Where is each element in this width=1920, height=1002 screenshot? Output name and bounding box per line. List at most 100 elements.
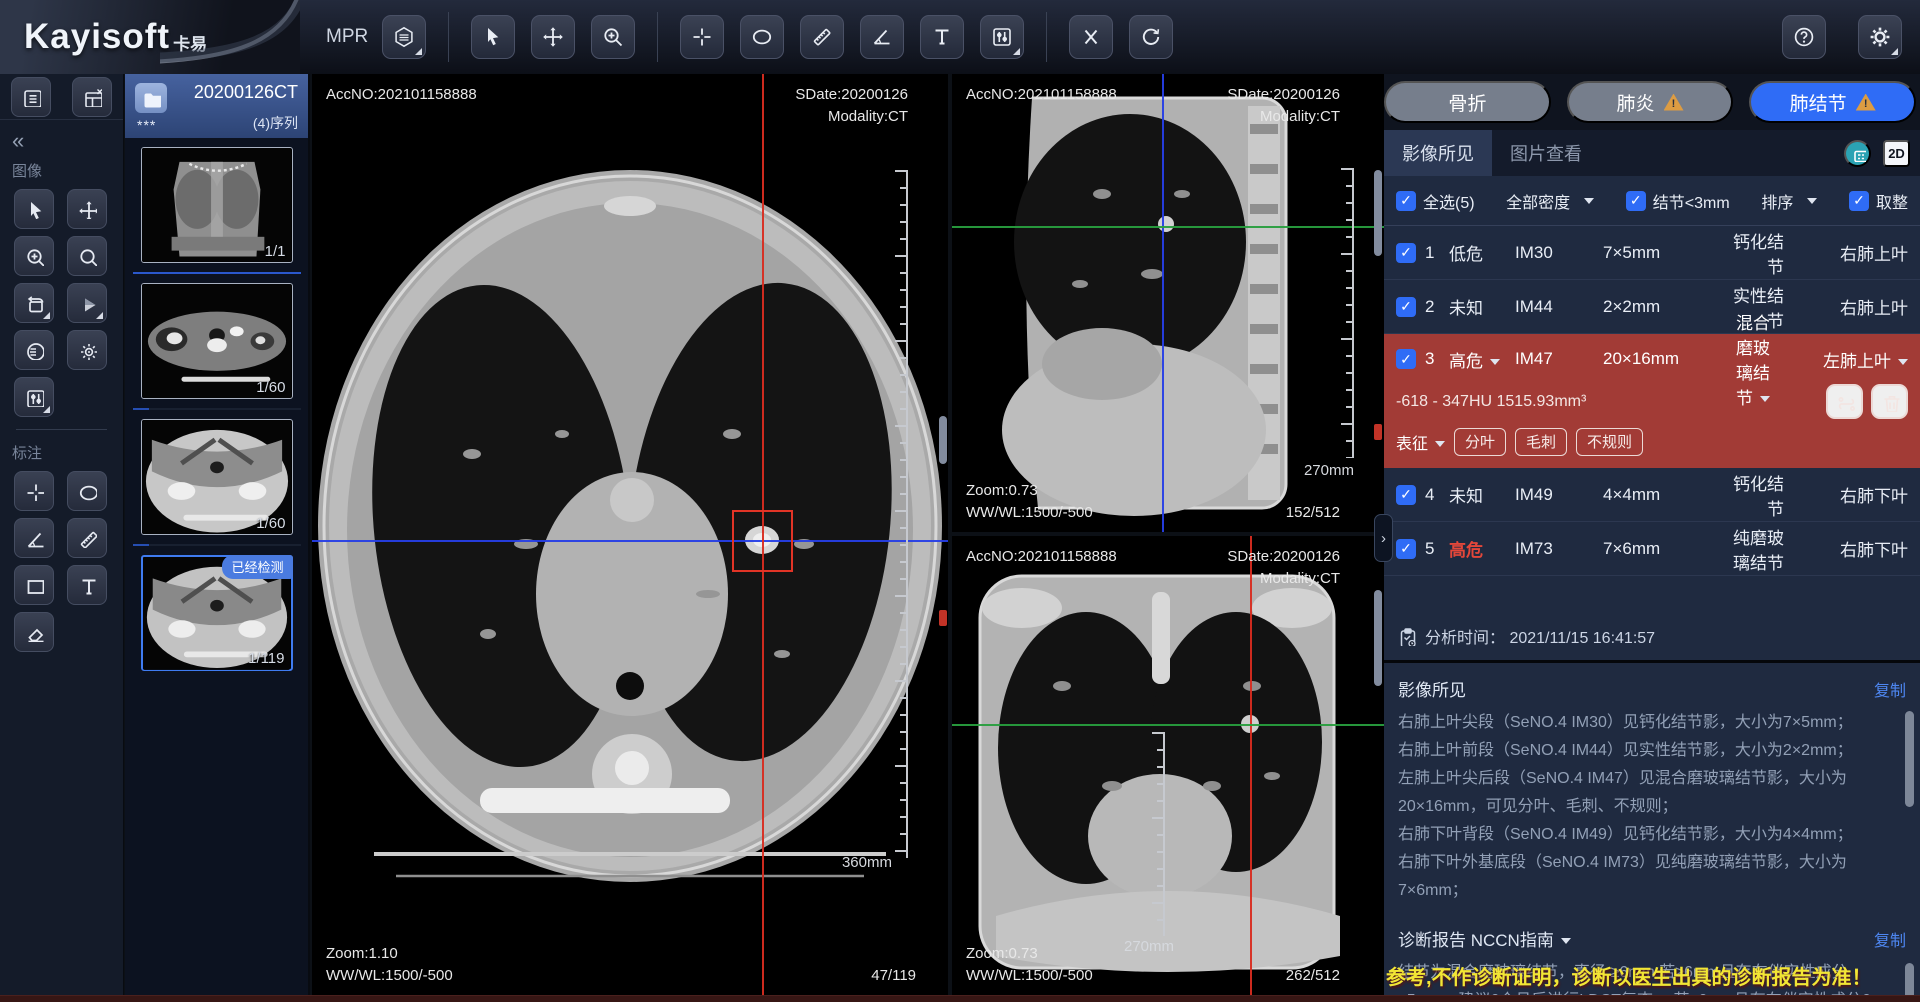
tab-image-findings[interactable]: 影像所见 — [1384, 130, 1492, 176]
sagittal-crosshair-vertical[interactable] — [1162, 74, 1164, 532]
thumbnail-separator — [133, 544, 301, 546]
ellipse-icon — [750, 25, 774, 49]
close-layout-button[interactable] — [72, 77, 112, 117]
rotate-image-button[interactable] — [14, 283, 54, 323]
nodule-row-2[interactable]: 2 未知 IM44 2×2mm 实性结节 右肺上叶 — [1384, 280, 1920, 334]
brightness-button[interactable] — [67, 330, 107, 370]
feature-chip-lobulated[interactable]: 分叶 — [1454, 428, 1506, 456]
nodule-roi-box[interactable] — [732, 510, 793, 572]
cursor-icon — [24, 199, 44, 219]
sagittal-viewport[interactable]: 270mm AccNO:202101158888 SDate:20200126 … — [952, 74, 1384, 532]
series-thumbnail-ct-detected[interactable]: 已经检测 1/119 — [141, 555, 293, 671]
coronal-viewport[interactable]: 270mm AccNO:202101158888 SDate:20200126 … — [952, 536, 1384, 995]
rectangle-annotation-button[interactable] — [14, 565, 54, 605]
crosshair-annotation-button[interactable] — [14, 471, 54, 511]
series-thumbnail-ct-thin[interactable]: 1/60 — [141, 419, 293, 535]
bottom-status-strip — [0, 995, 1920, 1002]
feature-dropdown[interactable]: 表征 — [1396, 430, 1445, 454]
pan-tool-button[interactable] — [531, 15, 575, 59]
reset-view-button[interactable] — [1129, 15, 1173, 59]
axial-crosshair-horizontal[interactable] — [312, 540, 948, 542]
invert-contrast-button[interactable] — [14, 330, 54, 370]
nodule-filter-bar: 全选(5) 全部密度 结节<3mm 排序 取整 — [1384, 176, 1920, 226]
axial-viewport[interactable]: 360mm AccNO:202101158888 SDate:20200126 … — [312, 74, 948, 995]
ruler-annotation-button[interactable] — [67, 518, 107, 558]
series-thumbnail-scout[interactable]: 1/1 — [141, 147, 293, 263]
window-level-button[interactable] — [980, 15, 1024, 59]
settings-button[interactable] — [1858, 15, 1902, 59]
tab-lung-nodule[interactable]: 肺结节 — [1749, 81, 1916, 123]
mpr-button[interactable] — [382, 15, 426, 59]
sagittal-crosshair-horizontal[interactable] — [952, 226, 1384, 228]
report-guideline-dropdown[interactable]: 诊断报告 NCCN指南 — [1398, 926, 1571, 951]
coronal-scrollbar-thumb[interactable] — [1374, 590, 1382, 686]
coronal-crosshair-vertical[interactable] — [1250, 536, 1252, 995]
window-preset-button[interactable] — [14, 377, 54, 417]
copy-report-link[interactable]: 复制 — [1874, 927, 1906, 951]
findings-scrollbar-thumb[interactable] — [1905, 711, 1914, 807]
collapse-sidebar-button[interactable] — [0, 120, 40, 156]
tab-pneumonia-label: 肺炎 — [1617, 89, 1655, 116]
feature-chip-spiculated[interactable]: 毛刺 — [1515, 428, 1567, 456]
round-checkbox[interactable] — [1849, 191, 1869, 211]
series-list-button[interactable] — [11, 77, 51, 117]
angle-tool-button[interactable] — [860, 15, 904, 59]
nodule-row-1[interactable]: 1 低危 IM30 7×5mm 钙化结节 右肺上叶 — [1384, 226, 1920, 280]
nodule-location: 右肺上叶 — [1806, 294, 1908, 319]
pointer-tool-button[interactable] — [471, 15, 515, 59]
measure-ruler-button[interactable] — [800, 15, 844, 59]
copy-findings-link[interactable]: 复制 — [1874, 677, 1906, 701]
axial-scrollbar-thumb[interactable] — [939, 416, 947, 464]
2d-icon-label: 2D — [1888, 146, 1905, 161]
sort-dropdown[interactable]: 排序 — [1761, 189, 1817, 213]
feature-chip-irregular[interactable]: 不规则 — [1576, 428, 1643, 456]
crosshair-tool-button[interactable] — [680, 15, 724, 59]
nodule-checkbox[interactable] — [1396, 243, 1416, 263]
delete-nodule-button[interactable] — [1871, 384, 1908, 419]
help-button[interactable] — [1782, 15, 1826, 59]
nodule-checkbox[interactable] — [1396, 485, 1416, 505]
nodule-checkbox[interactable] — [1396, 349, 1416, 369]
magnify-tool-button[interactable] — [67, 236, 107, 276]
study-header[interactable]: 20200126CT *** (4)序列 — [125, 74, 308, 138]
angle-annotation-button[interactable] — [14, 518, 54, 558]
tab-image-view[interactable]: 图片查看 — [1492, 130, 1600, 176]
pan-tool-button[interactable] — [67, 189, 107, 229]
ellipse-roi-button[interactable] — [740, 15, 784, 59]
selected-nodule-header: 3 高危 IM47 20×16mm 混合磨玻璃结节 左肺上叶 — [1396, 336, 1908, 382]
nodule-row-3-selected[interactable]: 3 高危 IM47 20×16mm 混合磨玻璃结节 左肺上叶 -618 - 34… — [1384, 334, 1920, 468]
text-annotation-button[interactable] — [920, 15, 964, 59]
nodule-checkbox[interactable] — [1396, 297, 1416, 317]
density-filter-dropdown[interactable]: 全部密度 — [1506, 189, 1594, 213]
2d-view-button[interactable]: 2D — [1883, 140, 1910, 167]
nodule-risk-dropdown[interactable]: 高危 — [1449, 347, 1515, 372]
zoom-in-tool-button[interactable] — [14, 236, 54, 276]
zoom-tool-button[interactable] — [591, 15, 635, 59]
pointer-tool-button[interactable] — [14, 189, 54, 229]
edit-contour-button[interactable] — [1826, 384, 1863, 419]
text-annotation-button[interactable] — [67, 565, 107, 605]
ellipse-annotation-button[interactable] — [67, 471, 107, 511]
clear-annotations-button[interactable] — [1069, 15, 1113, 59]
report-chat-button[interactable] — [1844, 140, 1871, 167]
nodule-location-dropdown[interactable]: 左肺上叶 — [1792, 347, 1908, 372]
sagittal-scale-ruler — [1341, 168, 1354, 458]
sagittal-scrollbar-thumb[interactable] — [1374, 170, 1382, 256]
series-count: (4)序列 — [253, 113, 298, 133]
nodule-row-5[interactable]: 5 高危 IM73 7×6mm 纯磨玻璃结节 右肺下叶 — [1384, 522, 1920, 576]
nodule-checkbox[interactable] — [1396, 539, 1416, 559]
select-all-checkbox[interactable] — [1396, 191, 1416, 211]
eraser-button[interactable] — [14, 612, 54, 652]
series-thumbnail-neck[interactable]: 1/60 — [141, 283, 293, 399]
nodule-type-dropdown[interactable]: 混合磨玻璃结节 — [1733, 309, 1792, 409]
small-nodule-checkbox[interactable] — [1626, 191, 1646, 211]
nodule-row-4[interactable]: 4 未知 IM49 4×4mm 钙化结节 右肺下叶 — [1384, 468, 1920, 522]
levels-icon — [990, 25, 1014, 49]
tab-pneumonia[interactable]: 肺炎 — [1567, 81, 1734, 123]
tab-fracture[interactable]: 骨折 — [1384, 81, 1551, 123]
panel-expand-handle[interactable] — [1374, 514, 1393, 562]
coronal-crosshair-horizontal[interactable] — [952, 724, 1384, 726]
nodule-risk-high: 高危 — [1449, 536, 1515, 561]
cine-play-button[interactable] — [67, 283, 107, 323]
sagittal-accession-overlay: AccNO:202101158888 — [966, 84, 1117, 106]
